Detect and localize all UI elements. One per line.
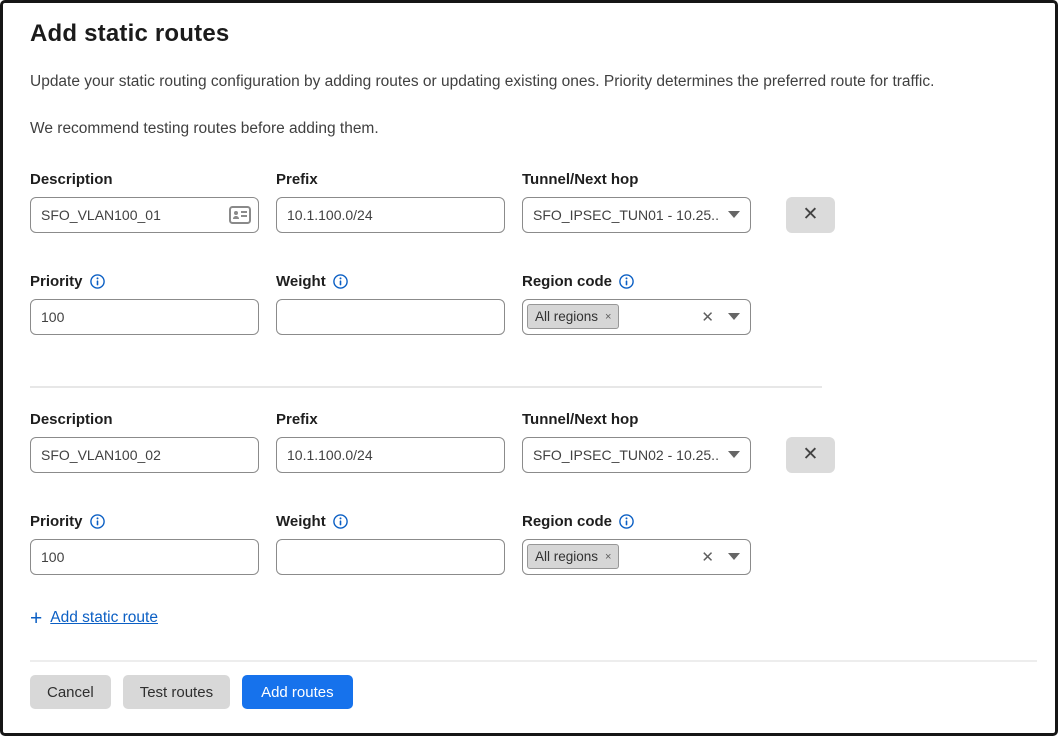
info-icon[interactable] xyxy=(619,514,634,529)
prefix-input[interactable] xyxy=(276,197,505,233)
chevron-down-icon xyxy=(728,211,740,218)
weight-input[interactable] xyxy=(276,299,505,335)
weight-label: Weight xyxy=(276,273,326,290)
page-title: Add static routes xyxy=(30,20,1028,48)
prefix-label: Prefix xyxy=(276,411,505,428)
info-icon[interactable] xyxy=(90,514,105,529)
route-group-1: Description xyxy=(30,171,1028,335)
tag-remove-icon[interactable]: × xyxy=(605,311,611,323)
description-input[interactable] xyxy=(30,437,259,473)
remove-route-button[interactable]: ✕ xyxy=(786,437,835,473)
tunnel-select[interactable]: SFO_IPSEC_TUN02 - 10.25... xyxy=(522,437,751,473)
test-routes-button[interactable]: Test routes xyxy=(123,675,230,709)
tag-remove-icon[interactable]: × xyxy=(605,551,611,563)
add-routes-button[interactable]: Add routes xyxy=(242,675,353,709)
add-static-routes-dialog: Add static routes Update your static rou… xyxy=(0,0,1058,736)
tunnel-label: Tunnel/Next hop xyxy=(522,411,751,428)
tunnel-label: Tunnel/Next hop xyxy=(522,171,751,188)
region-code-select[interactable]: All regions × ✕ xyxy=(522,299,751,335)
recommendation-text: We recommend testing routes before addin… xyxy=(30,120,1028,138)
priority-label: Priority xyxy=(30,273,83,290)
description-input[interactable] xyxy=(30,197,259,233)
dialog-footer: Cancel Test routes Add routes xyxy=(30,660,1037,733)
info-icon[interactable] xyxy=(333,514,348,529)
weight-input[interactable] xyxy=(276,539,505,575)
info-icon[interactable] xyxy=(333,274,348,289)
region-code-label: Region code xyxy=(522,273,612,290)
info-icon[interactable] xyxy=(619,274,634,289)
region-code-select[interactable]: All regions × ✕ xyxy=(522,539,751,575)
chevron-down-icon xyxy=(728,553,740,560)
add-static-route-label: Add static route xyxy=(50,609,158,627)
tunnel-select[interactable]: SFO_IPSEC_TUN01 - 10.25... xyxy=(522,197,751,233)
cancel-button[interactable]: Cancel xyxy=(30,675,111,709)
region-code-label: Region code xyxy=(522,513,612,530)
region-tag: All regions × xyxy=(527,544,619,569)
add-static-route-link[interactable]: + Add static route xyxy=(30,608,158,629)
tunnel-selected-value: SFO_IPSEC_TUN02 - 10.25... xyxy=(533,447,720,463)
clear-icon[interactable]: ✕ xyxy=(701,308,714,326)
intro-text: Update your static routing configuration… xyxy=(30,72,1028,93)
prefix-label: Prefix xyxy=(276,171,505,188)
clear-icon[interactable]: ✕ xyxy=(701,548,714,566)
chevron-down-icon xyxy=(728,313,740,320)
remove-route-button[interactable]: ✕ xyxy=(786,197,835,233)
description-label: Description xyxy=(30,171,259,188)
weight-label: Weight xyxy=(276,513,326,530)
prefix-input[interactable] xyxy=(276,437,505,473)
chevron-down-icon xyxy=(728,451,740,458)
region-tag-label: All regions xyxy=(535,549,598,564)
region-tag-label: All regions xyxy=(535,309,598,324)
priority-label: Priority xyxy=(30,513,83,530)
group-divider xyxy=(30,386,822,388)
priority-input[interactable] xyxy=(30,539,259,575)
region-tag: All regions × xyxy=(527,304,619,329)
route-group-2: Description Prefix Tunnel/Next hop SFO_I… xyxy=(30,411,1028,575)
plus-icon: + xyxy=(30,608,42,629)
routes-form: Description xyxy=(30,171,1028,629)
info-icon[interactable] xyxy=(90,274,105,289)
contact-card-icon[interactable] xyxy=(229,205,251,225)
priority-input[interactable] xyxy=(30,299,259,335)
description-label: Description xyxy=(30,411,259,428)
tunnel-selected-value: SFO_IPSEC_TUN01 - 10.25... xyxy=(533,207,720,223)
